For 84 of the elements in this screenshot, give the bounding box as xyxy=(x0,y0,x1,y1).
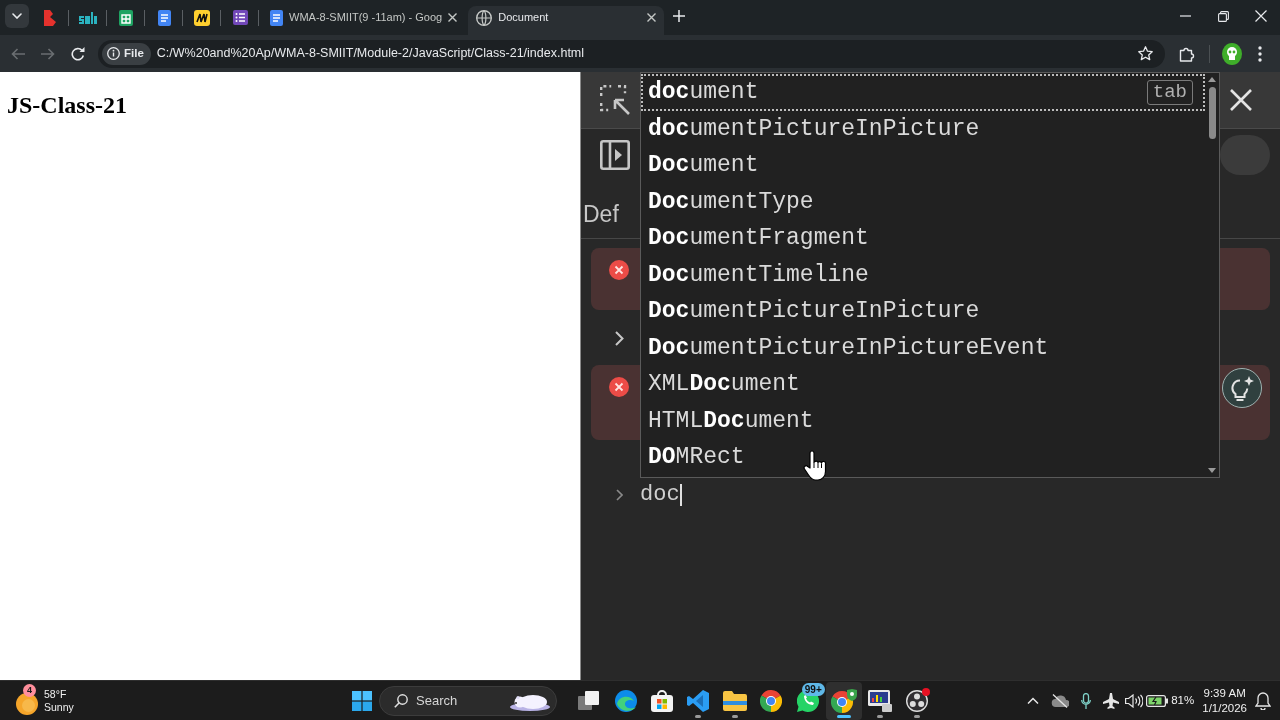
cloud-off-icon[interactable] xyxy=(1050,693,1069,708)
microphone-icon[interactable] xyxy=(1081,692,1092,709)
three-dots-circle-icon xyxy=(905,689,928,712)
search-bar[interactable]: Search xyxy=(379,685,557,716)
zigzag-logo-icon xyxy=(194,9,210,26)
address-bar[interactable]: File C:/W%20and%20Ap/WMA-8-SMIIT/Module-2/JavaScript/Class-21/index.html xyxy=(98,39,1165,68)
browser-tab[interactable]: WMA-8-SMIIT(9 -11am) - Goog xyxy=(262,6,466,35)
scroll-down-arrow-icon[interactable] xyxy=(1208,468,1216,473)
weather-condition-label: Sunny xyxy=(44,700,74,714)
page-heading: JS-Class-21 xyxy=(7,91,127,120)
site-info-button[interactable]: File xyxy=(102,42,151,65)
temperature-label: 58°F xyxy=(44,687,68,701)
select-element-icon[interactable] xyxy=(600,85,630,115)
suggestion-item[interactable]: DocumentType xyxy=(641,183,818,220)
close-icon[interactable] xyxy=(1230,89,1252,111)
reload-icon[interactable] xyxy=(71,46,85,61)
tricolor-circle-icon xyxy=(760,689,783,712)
taskbar-app-button[interactable] xyxy=(825,681,863,720)
skull-avatar-icon[interactable] xyxy=(1222,42,1242,65)
suggestion-item[interactable]: DocumentPictureInPicture xyxy=(641,293,984,330)
hand-cursor-icon xyxy=(803,450,827,481)
chevron-right-icon[interactable] xyxy=(615,330,624,346)
wave-logo-icon xyxy=(614,689,637,712)
start-icon[interactable] xyxy=(352,690,372,711)
document-icon xyxy=(157,9,171,26)
bars-logo-icon xyxy=(79,11,97,24)
suggestion-item[interactable]: DOMRect xyxy=(641,439,749,476)
chevron-up-icon[interactable] xyxy=(1027,697,1040,704)
logo-icon xyxy=(44,9,56,26)
chevron-down-icon xyxy=(12,12,22,19)
sun-icon[interactable] xyxy=(16,693,38,716)
scroll-up-arrow-icon[interactable] xyxy=(1208,77,1216,82)
suggestion-item[interactable]: DocumentTimeline xyxy=(641,256,873,293)
search-input[interactable]: Search xyxy=(416,691,510,710)
prompt-chevron-icon xyxy=(616,489,623,501)
suggestion-item[interactable]: DocumentFragment xyxy=(641,220,873,257)
error-icon xyxy=(609,259,629,280)
toolbar-label: Def xyxy=(583,200,619,228)
taskbar-app-button[interactable]: 99+ xyxy=(789,681,826,720)
airplane-icon[interactable] xyxy=(1103,692,1120,709)
battery-icon[interactable] xyxy=(1146,694,1169,707)
tricolor-circle-badge-icon xyxy=(830,688,857,713)
list-icon xyxy=(232,10,248,25)
globe-icon xyxy=(476,9,493,26)
bell-icon[interactable] xyxy=(1255,691,1271,710)
document-icon xyxy=(270,9,283,26)
scrollbar-thumb[interactable] xyxy=(1208,87,1216,139)
lightbulb-sparkle-icon xyxy=(1230,375,1254,401)
spreadsheet-icon xyxy=(119,9,133,26)
more-menu-icon[interactable] xyxy=(1258,45,1262,62)
suggestion-item[interactable]: Document xyxy=(641,147,763,184)
filter-field[interactable] xyxy=(1220,135,1270,175)
star-icon[interactable] xyxy=(1138,46,1153,61)
bag-icon xyxy=(650,689,673,712)
count-badge: 99+ xyxy=(801,682,825,696)
puzzle-icon[interactable] xyxy=(1179,45,1195,62)
key-hint: tab xyxy=(1146,79,1193,105)
minimize-icon[interactable] xyxy=(1179,15,1191,17)
speaker-icon[interactable] xyxy=(1125,693,1144,708)
close-icon[interactable] xyxy=(647,13,657,22)
notification-badge: 4 xyxy=(23,683,36,697)
suggestion-item[interactable]: document tab xyxy=(641,74,1205,111)
clock-time[interactable]: 9:39 AM xyxy=(1203,685,1246,701)
battery-percent: 81% xyxy=(1171,692,1195,708)
info-icon xyxy=(107,47,120,60)
overlapping-squares-icon xyxy=(578,690,601,711)
plus-icon[interactable] xyxy=(673,10,686,22)
search-icon xyxy=(394,693,408,708)
url-input[interactable]: C:/W%20and%20Ap/WMA-8-SMIIT/Module-2/JavaScript/Class-21/index.html xyxy=(156,44,1138,63)
browser-tab[interactable]: Document xyxy=(468,6,665,35)
suggestion-item[interactable]: documentPictureInPicture xyxy=(641,110,984,147)
suggestion-item[interactable]: HTMLDocument xyxy=(641,402,818,439)
close-icon[interactable] xyxy=(448,13,458,22)
tab-search-button[interactable] xyxy=(5,3,29,28)
sidebar-toggle-icon[interactable] xyxy=(600,140,630,170)
folder-icon xyxy=(722,690,747,711)
suggestion-item[interactable]: XMLDocument xyxy=(641,366,804,403)
ribbon-logo-icon xyxy=(687,689,710,712)
console-input[interactable]: doc xyxy=(640,484,1270,506)
restore-icon[interactable] xyxy=(1217,10,1229,22)
clock-date[interactable]: 1/1/2026 xyxy=(1202,700,1247,716)
monitor-chart-icon xyxy=(868,689,893,712)
error-icon xyxy=(609,376,629,397)
suggestion-item[interactable]: DocumentPictureInPictureEvent xyxy=(641,329,1053,366)
